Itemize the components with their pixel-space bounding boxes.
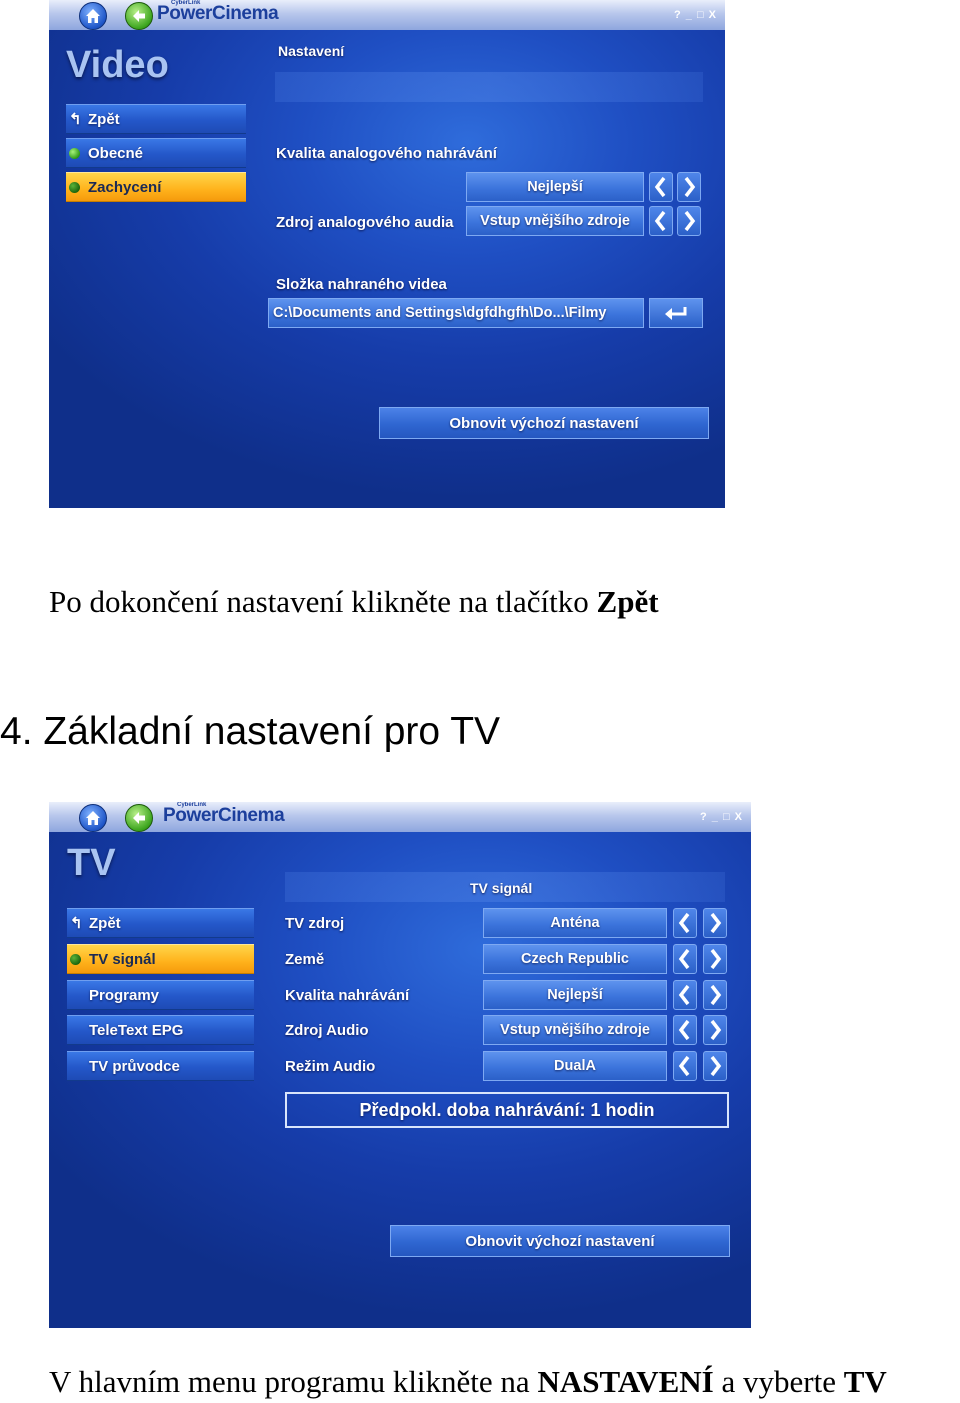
setting-value[interactable]: Czech Republic [483,944,667,974]
section-heading: 4. Základní nastavení pro TV [0,710,501,753]
chevron-right-icon[interactable] [677,172,701,202]
setting-label: Režim Audio [285,1058,376,1075]
bullet-icon [70,954,81,965]
setting-value[interactable]: DualA [483,1051,667,1081]
menu-item-label: Programy [89,986,160,1004]
menu-item-tv-signal[interactable]: TV signál [67,944,254,974]
chevron-right-icon[interactable] [677,206,701,236]
setting-label: Země [285,951,325,968]
menu-item-general[interactable]: Obecné [66,138,246,168]
menu-item-back[interactable]: ↰ Zpět [67,908,254,938]
app-logo: CyberLink PowerCinema [157,0,279,24]
menu-item-label: Zachycení [88,178,162,196]
title-bar: CyberLink PowerCinema ? _ □ X [49,0,725,30]
setting-value[interactable]: Vstup vnějšího zdroje [483,1015,667,1045]
settings-header: TV signál [470,880,533,896]
audio-source-label: Zdroj analogového audia [276,214,454,231]
caption-2-text: a vyberte [713,1364,844,1399]
quality-label: Kvalita analogového nahrávání [276,145,497,162]
menu-item-label: Zpět [88,110,120,128]
chevron-right-icon[interactable] [703,944,727,974]
section-title: Video [66,44,169,86]
caption-2-text: V hlavním menu programu klikněte na [49,1364,538,1399]
chevron-left-icon[interactable] [673,980,697,1010]
folder-label: Složka nahraného videa [276,276,447,293]
setting-label: Zdroj Audio [285,1022,369,1039]
title-bar: CyberLink PowerCinema ? _ □ X [49,802,751,832]
audio-source-value[interactable]: Vstup vnějšího zdroje [466,206,644,236]
caption-2-bold-settings: NASTAVENÍ [537,1364,714,1399]
enter-icon[interactable] [649,298,703,328]
back-arrow-icon[interactable] [125,804,153,832]
chevron-left-icon[interactable] [649,206,673,236]
menu-item-channels[interactable]: Programy [67,980,254,1010]
setting-value[interactable]: Nejlepší [483,980,667,1010]
chevron-right-icon[interactable] [703,908,727,938]
chevron-left-icon[interactable] [649,172,673,202]
home-icon[interactable] [79,804,107,832]
menu-item-label: TV signál [89,950,156,968]
section-title: TV [67,842,116,884]
setting-value[interactable]: Anténa [483,908,667,938]
powercinema-video-settings-screenshot: CyberLink PowerCinema ? _ □ X Video Nasta… [49,0,725,508]
folder-path-field[interactable]: C:\Documents and Settings\dgfdhgfh\Do...… [268,298,644,328]
menu-item-capture[interactable]: Zachycení [66,172,246,202]
chevron-left-icon[interactable] [673,1051,697,1081]
window-controls[interactable]: ? _ □ X [674,9,717,21]
back-icon: ↰ [70,915,83,932]
app-logo: CyberLink PowerCinema [163,802,285,826]
bullet-icon [69,182,80,193]
reset-defaults-button[interactable]: Obnovit výchozí nastavení [379,407,709,439]
caption-1-bold: Zpět [596,584,659,619]
chevron-right-icon[interactable] [703,1015,727,1045]
back-icon: ↰ [69,111,82,128]
menu-item-teletext-epg[interactable]: TeleText EPG [67,1015,254,1045]
settings-header: Nastavení [278,43,345,59]
menu-item-label: TV průvodce [89,1057,180,1075]
caption-1: Po dokončení nastavení klikněte na tlačí… [49,584,659,620]
caption-2: V hlavním menu programu klikněte na NAST… [49,1364,887,1400]
menu-item-tv-guide[interactable]: TV průvodce [67,1051,254,1081]
header-bar [275,72,703,102]
quality-value[interactable]: Nejlepší [466,172,644,202]
back-arrow-icon[interactable] [125,2,153,30]
chevron-left-icon[interactable] [673,908,697,938]
bullet-icon [69,148,80,159]
menu-item-label: Obecné [88,144,144,162]
setting-label: TV zdroj [285,915,345,932]
window-controls[interactable]: ? _ □ X [700,811,743,823]
chevron-left-icon[interactable] [673,944,697,974]
home-icon[interactable] [79,2,107,30]
chevron-left-icon[interactable] [673,1015,697,1045]
powercinema-tv-settings-screenshot: CyberLink PowerCinema ? _ □ X TV TV signá… [49,802,751,1328]
chevron-right-icon[interactable] [703,1051,727,1081]
reset-defaults-button[interactable]: Obnovit výchozí nastavení [390,1225,730,1257]
menu-item-label: Zpět [89,914,121,932]
menu-item-label: TeleText EPG [89,1021,184,1039]
recording-time-info: Předpokl. doba nahrávání: 1 hodin [285,1092,729,1128]
menu-item-back[interactable]: ↰ Zpět [66,104,246,134]
chevron-right-icon[interactable] [703,980,727,1010]
caption-1-text: Po dokončení nastavení klikněte na tlačí… [49,584,597,619]
setting-label: Kvalita nahrávání [285,987,410,1004]
caption-2-bold-tv: TV [843,1364,887,1399]
